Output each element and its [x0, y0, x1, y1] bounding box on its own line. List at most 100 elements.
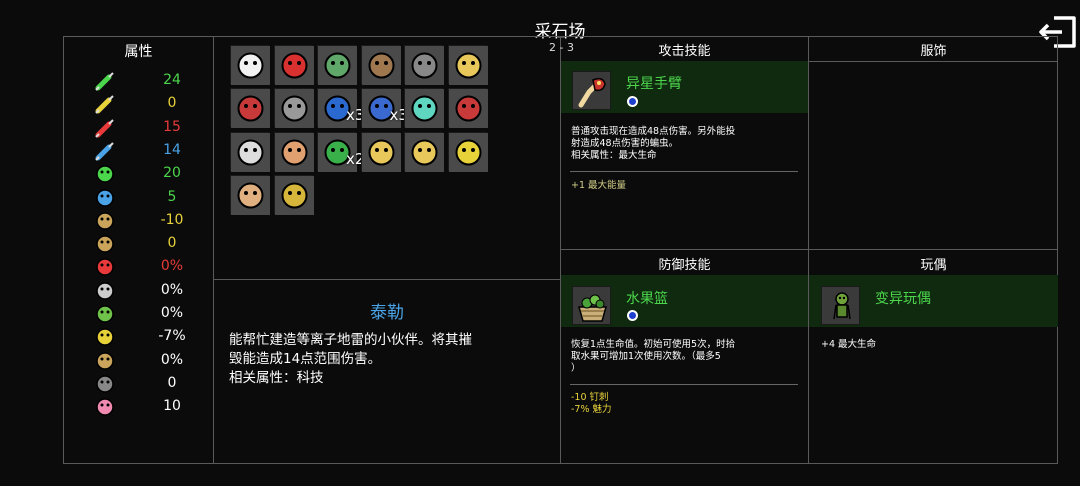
stat-value: 0: [167, 235, 177, 252]
stat-row[interactable]: 24: [90, 70, 200, 93]
divider: [808, 61, 1058, 62]
clothing-header: 服饰: [920, 44, 947, 59]
pig-icon: [94, 396, 116, 418]
teddy-bear-icon[interactable]: [360, 45, 401, 85]
blue-syringe-item-icon[interactable]: x3: [317, 88, 364, 129]
description-line: 恢复1点生命值。初始可使用5次，时拾: [571, 339, 736, 350]
toy-name: 变异玩偶: [875, 291, 931, 307]
tooth-creature-icon: [94, 326, 116, 348]
stat-value: 0%: [160, 351, 184, 368]
toy-header: 玩偶: [920, 258, 947, 273]
description-line: 普通攻击现在造成48点伤害。另外能投: [571, 126, 736, 137]
cat-icon[interactable]: [230, 174, 270, 215]
alien-arm-icon[interactable]: [572, 71, 611, 110]
stat-row[interactable]: 0%: [90, 350, 200, 373]
stats-header: 属性: [124, 44, 153, 60]
description-line: ）: [571, 363, 581, 374]
cyan-ghost-icon[interactable]: [404, 88, 444, 129]
stat-value: 0%: [160, 281, 184, 298]
stat-row[interactable]: 15: [90, 117, 200, 140]
description-line: 相关属性：科技: [229, 370, 324, 386]
spider-icon[interactable]: [273, 88, 314, 129]
stat-row[interactable]: -10: [90, 210, 200, 233]
stat-value: -7%: [158, 328, 186, 345]
yellow-wizard-icon[interactable]: [447, 131, 488, 172]
germ-plate-icon[interactable]: [230, 131, 270, 172]
red-syringe-icon: [94, 117, 116, 139]
scientist-icon[interactable]: [273, 131, 314, 172]
blue-hook-icon[interactable]: x3: [360, 88, 408, 129]
stat-row[interactable]: 0%: [90, 256, 200, 279]
stat-value: 0%: [160, 305, 184, 321]
stat-row[interactable]: 0: [90, 373, 200, 396]
stat-value: 24: [163, 72, 181, 88]
blue-syringe-icon: [94, 140, 116, 162]
defense-skill-name: 水果篮: [626, 291, 668, 307]
defense-skill-bonus: -10 钉刺: [571, 392, 609, 403]
yellow-arm-icon[interactable]: [360, 131, 401, 172]
defense-skill-description: 恢复1点生命值。初始可使用5次，时拾 取水果可增加1次使用次数。（最多5 ）: [571, 339, 796, 375]
description-line: 取水果可增加1次使用次数。（最多5: [571, 351, 721, 362]
stat-row[interactable]: 0%: [90, 303, 200, 326]
eye-creature-icon: [94, 256, 116, 278]
stat-value: 0: [167, 374, 177, 391]
stat-value: 0%: [160, 258, 184, 275]
stat-value: 14: [163, 141, 181, 158]
sack-icon: [94, 233, 116, 255]
divider: [808, 36, 809, 464]
stat-row[interactable]: 0%: [90, 280, 200, 303]
divider: [560, 249, 1058, 250]
attack-skill-description: 普通攻击现在造成48点伤害。另外能投 射造成48点伤害的蝙虫。 相关属性：最大生…: [571, 126, 796, 162]
stat-value: 15: [163, 118, 181, 135]
stat-row[interactable]: 14: [90, 140, 200, 163]
stat-row[interactable]: -7%: [90, 326, 200, 349]
stat-row[interactable]: 0: [90, 93, 200, 116]
description-line: 相关属性：最大生命: [571, 150, 657, 161]
golden-foot-icon[interactable]: [404, 131, 444, 172]
gem-ticket-icon: [94, 350, 116, 372]
green-syringe-icon: [94, 70, 116, 92]
divider: [213, 36, 214, 464]
skill-slot-icon: [627, 96, 638, 107]
magnet-icon: [94, 280, 116, 302]
separator: [570, 384, 798, 385]
green-syringe-item-icon[interactable]: x2: [317, 131, 364, 172]
brain-icon: [94, 210, 116, 232]
toy-bonus: +4 最大生命: [821, 339, 877, 350]
yellow-syringe-icon: [94, 93, 116, 115]
skill-slot-icon: [627, 310, 638, 321]
description-line: 能帮忙建造等离子地雷的小伙伴。将其摧: [229, 332, 472, 348]
spiked-chain-icon[interactable]: [404, 45, 444, 85]
yellow-robot-icon[interactable]: [273, 174, 314, 215]
stat-value: 0: [167, 95, 177, 112]
description-line: 射造成48点伤害的蝙虫。: [571, 138, 679, 149]
fruit-basket-icon[interactable]: [572, 286, 611, 325]
stat-row[interactable]: 10: [90, 396, 200, 419]
green-brain-jar-icon[interactable]: [317, 45, 357, 85]
stat-value: 5: [167, 188, 177, 205]
helmet-icon: [94, 373, 116, 395]
stat-row[interactable]: 20: [90, 163, 200, 186]
stat-row[interactable]: 5: [90, 187, 200, 210]
separator: [570, 171, 798, 172]
dynamite-icon[interactable]: [447, 88, 488, 129]
red-syringe-item-icon[interactable]: [230, 88, 270, 129]
attack-skill-name: 异星手臂: [626, 76, 682, 92]
stat-value: -10: [160, 211, 184, 228]
attack-skill-header: 攻击技能: [658, 44, 711, 59]
item-description-text: 能帮忙建造等离子地雷的小伙伴。将其摧 毁能造成14点范围伤害。 相关属性：科技: [229, 331, 549, 388]
green-creature-icon: [94, 163, 116, 185]
stat-value: 20: [163, 165, 181, 182]
item-description-title: 泰勒: [370, 303, 404, 323]
defense-skill-bonus: -7% 魅力: [571, 404, 612, 415]
bird-robot-icon[interactable]: [447, 45, 488, 85]
defense-skill-header: 防御技能: [658, 258, 711, 273]
leaf-icon: [94, 303, 116, 325]
bloody-heart-icon[interactable]: [273, 45, 314, 85]
divider: [213, 279, 560, 280]
ghost-face-icon[interactable]: [230, 45, 270, 85]
stat-row[interactable]: 0: [90, 233, 200, 256]
mutant-doll-icon[interactable]: [821, 286, 860, 325]
blue-orb-icon: [94, 187, 116, 209]
stat-value: 10: [163, 398, 181, 415]
